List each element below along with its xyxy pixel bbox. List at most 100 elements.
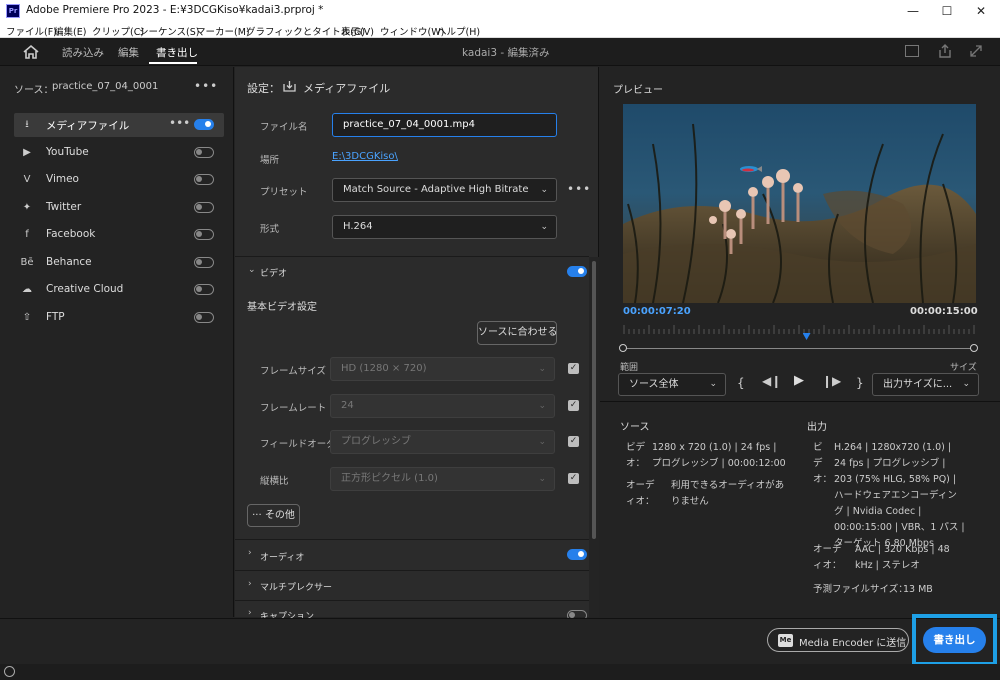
destination-toggle[interactable] (194, 174, 214, 185)
destination-youtube[interactable]: ▶ YouTube (14, 141, 224, 165)
video-setting-dropdown[interactable]: HD (1280 × 720) ⌄ (330, 357, 555, 381)
chevron-down-icon: ⌄ (538, 473, 546, 484)
destination-toggle[interactable] (194, 201, 214, 213)
menu-help[interactable]: ヘルプ(H) (437, 24, 480, 38)
destination-vimeo[interactable]: V Vimeo (14, 168, 224, 192)
media-encoder-button[interactable]: Me Media Encoder に送信 (767, 628, 909, 652)
mark-out-icon[interactable]: } (856, 376, 864, 390)
play-icon[interactable]: ▶ (794, 373, 804, 388)
destination-label: Behance (46, 255, 92, 268)
maximize-button[interactable]: ☐ (930, 0, 964, 22)
menu-sequence[interactable]: シーケンス(S) (139, 24, 199, 38)
video-setting-checkbox[interactable]: ✓ (568, 436, 579, 447)
more-options-button[interactable]: ··· その他 (247, 504, 300, 527)
destination-creative-cloud[interactable]: ☁ Creative Cloud (14, 278, 224, 302)
match-source-button[interactable]: ソースに合わせる (477, 321, 558, 345)
menu-view[interactable]: 表示(V) (341, 24, 374, 38)
menu-file[interactable]: ファイル(F) (6, 24, 57, 38)
menu-marker[interactable]: マーカー(M) (196, 24, 250, 38)
twitter-icon: ✦ (22, 201, 32, 213)
output-size-dropdown[interactable]: 出力サイズに... ⌄ (872, 373, 979, 396)
audio-section-title[interactable]: オーディオ (260, 550, 304, 563)
destination-twitter[interactable]: ✦ Twitter (14, 196, 224, 220)
export-icon: ⭳ (25, 119, 29, 130)
chevron-right-icon[interactable]: › (248, 548, 252, 558)
video-setting-value: 24 (341, 399, 354, 411)
chevron-down-icon[interactable]: ⌄ (248, 265, 256, 275)
status-icon[interactable] (4, 666, 15, 677)
filename-label: ファイル名 (260, 122, 308, 133)
destination-toggle[interactable] (194, 229, 214, 240)
range-value: ソース全体 (629, 379, 679, 390)
step-forward-icon[interactable]: ❙▶ (822, 374, 841, 388)
range-in-handle[interactable] (619, 344, 627, 352)
step-back-icon[interactable]: ◀❙ (762, 374, 781, 388)
destination-toggle[interactable] (194, 119, 214, 130)
chevron-right-icon[interactable]: › (248, 608, 252, 618)
destination-toggle[interactable] (194, 256, 214, 268)
timeline-ruler[interactable] (623, 322, 976, 340)
video-setting-dropdown[interactable]: 24 ⌄ (330, 393, 555, 418)
chevron-right-icon[interactable]: › (248, 579, 252, 589)
destination-label: Twitter (46, 200, 82, 213)
audio-toggle[interactable] (567, 549, 587, 560)
video-section-title[interactable]: ビデオ (260, 266, 287, 279)
minimize-button[interactable]: — (896, 0, 930, 22)
summary-output-title: 出力 (807, 422, 827, 433)
video-setting-checkbox[interactable]: ✓ (568, 363, 579, 374)
range-out-handle[interactable] (970, 344, 978, 352)
video-toggle[interactable] (567, 266, 587, 277)
mark-in-icon[interactable]: { (737, 376, 745, 390)
destination-toggle[interactable] (194, 311, 214, 323)
menu-clip[interactable]: クリップ(C) (92, 24, 144, 38)
timecode-current: 00:00:07:20 (623, 306, 691, 317)
menu-window[interactable]: ウィンドウ(W) (380, 24, 444, 38)
source-more-button[interactable]: ••• (194, 79, 218, 93)
range-bar[interactable] (624, 348, 974, 349)
destination-label: YouTube (46, 145, 89, 158)
location-link[interactable]: E:\3DCGKiso\ (332, 151, 398, 162)
media-encoder-icon: Me (778, 634, 793, 647)
multiplexer-section-title[interactable]: マルチプレクサー (260, 580, 332, 593)
home-icon[interactable] (22, 44, 40, 60)
destination-toggle[interactable] (194, 284, 214, 295)
settings-scrollbar[interactable] (589, 257, 599, 617)
format-value: H.264 (343, 221, 373, 232)
timecode-end: 00:00:15:00 (910, 306, 978, 317)
out-video-label: ビデオ： (813, 442, 833, 485)
share-icon[interactable] (938, 44, 952, 58)
basic-video-heading: 基本ビデオ設定 (247, 302, 317, 313)
video-setting-checkbox[interactable]: ✓ (568, 399, 579, 411)
destination-facebook[interactable]: f Facebook (14, 223, 224, 247)
menu-edit[interactable]: 編集(E) (54, 24, 86, 38)
scrollbar-thumb[interactable] (592, 261, 596, 539)
quick-export-icon[interactable] (905, 45, 919, 57)
tab-export[interactable]: 書き出し (156, 45, 198, 60)
tab-edit[interactable]: 編集 (118, 45, 139, 60)
destination-export[interactable]: ⭳ メディアファイル ••• (14, 113, 224, 137)
preview-video (623, 104, 976, 303)
timeline-ticks (623, 325, 975, 334)
format-dropdown[interactable]: H.264 ⌄ (332, 215, 557, 239)
destination-ftp[interactable]: ⇧ FTP (14, 306, 224, 330)
video-setting-dropdown[interactable]: プログレッシブ ⌄ (330, 430, 555, 454)
tab-import[interactable]: 読み込み (62, 45, 104, 60)
chevron-down-icon: ⌄ (962, 379, 970, 389)
export-button[interactable]: 書き出し (923, 627, 986, 653)
close-window-button[interactable]: ✕ (964, 0, 998, 22)
destination-behance[interactable]: Bē Behance (14, 251, 224, 275)
filename-input[interactable]: practice_07_04_0001.mp4 (332, 113, 557, 137)
video-setting-dropdown[interactable]: 正方形ピクセル (1.0) ⌄ (330, 466, 555, 491)
range-dropdown[interactable]: ソース全体 ⌄ (618, 373, 726, 396)
chevron-down-icon: ⌄ (538, 400, 546, 411)
preset-dropdown[interactable]: Match Source - Adaptive High Bitrate ⌄ (332, 178, 557, 202)
project-title: kadai3 - 編集済み (462, 47, 550, 59)
fullscreen-icon[interactable] (970, 45, 982, 57)
video-setting-checkbox[interactable]: ✓ (568, 472, 579, 484)
preset-more-button[interactable]: ••• (567, 182, 591, 196)
destination-label: Facebook (46, 228, 96, 240)
src-audio-label: オーディオ： (626, 480, 655, 507)
destination-more-button[interactable]: ••• (169, 116, 190, 130)
destination-toggle[interactable] (194, 146, 214, 158)
workspace-nav: 読み込み 編集 書き出し kadai3 - 編集済み (0, 38, 1000, 66)
